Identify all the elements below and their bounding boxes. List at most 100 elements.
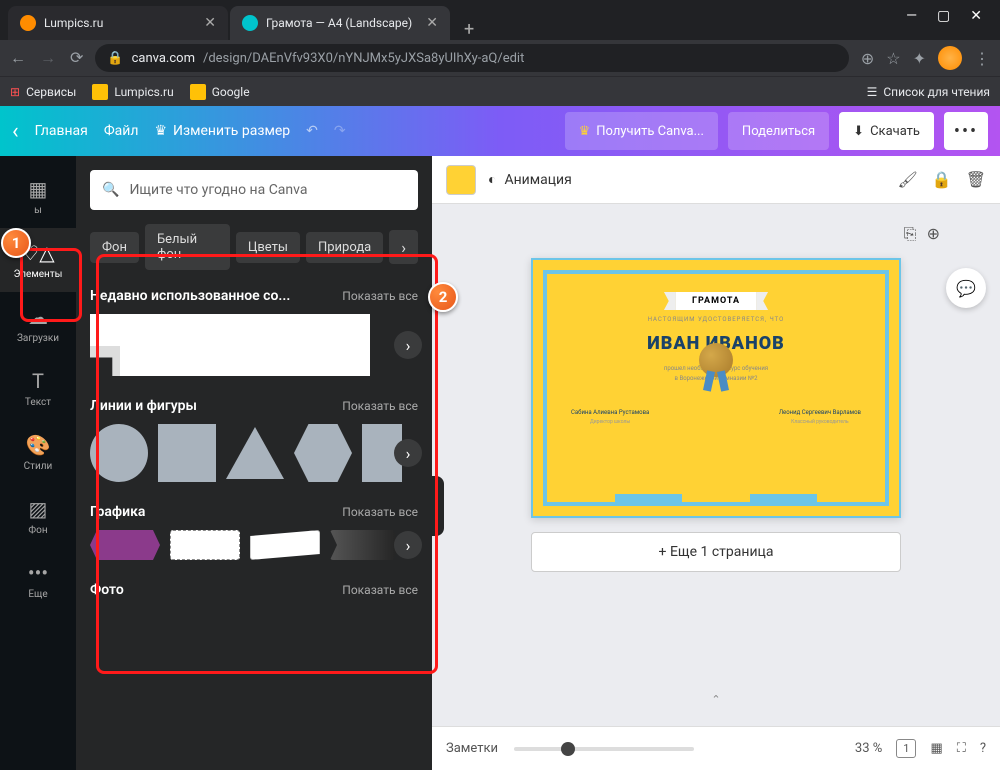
certificate-page[interactable]: ГРАМОТА НАСТОЯЩИМ УДОСТОВЕРЯЕТСЯ, ЧТО ИВ…: [531, 258, 901, 518]
star-icon[interactable]: ☆: [886, 49, 900, 68]
fullscreen-icon[interactable]: ⛶: [957, 741, 966, 756]
crown-icon: ♛: [154, 123, 167, 139]
bookmark-item[interactable]: Lumpics.ru: [92, 84, 173, 100]
show-all-link[interactable]: Показать все: [342, 399, 418, 413]
show-all-link[interactable]: Показать все: [342, 505, 418, 519]
download-button[interactable]: ⬇ Скачать: [839, 112, 934, 150]
scroll-right[interactable]: ›: [394, 331, 422, 359]
avatar[interactable]: [938, 46, 962, 70]
tab-close-icon[interactable]: ✕: [426, 15, 438, 31]
paint-roller-icon[interactable]: 🖌: [897, 170, 917, 189]
grid-view-icon[interactable]: ▦: [930, 741, 942, 756]
url-field[interactable]: 🔒 canva.com/design/DAEnVfv93X0/nYNJMx5yJ…: [95, 44, 848, 72]
maximize-icon[interactable]: ▢: [937, 8, 950, 24]
text-icon: T: [32, 369, 44, 393]
annotation-marker-1: 1: [1, 228, 31, 258]
folder-icon: [190, 84, 206, 100]
zoom-slider[interactable]: [514, 747, 694, 751]
more-button[interactable]: •••: [944, 112, 988, 150]
menu-icon[interactable]: ⋮: [974, 49, 990, 68]
resize-button[interactable]: ♛ Изменить размер: [154, 123, 290, 139]
download-icon: ⬇: [853, 124, 864, 139]
reading-list-button[interactable]: ☰ Список для чтения: [867, 85, 990, 99]
comment-button[interactable]: 💬: [946, 268, 986, 308]
add-page-button[interactable]: + Еще 1 страница: [531, 532, 901, 572]
templates-icon: ▦: [29, 177, 48, 201]
add-page-icon[interactable]: ⊕: [927, 224, 940, 244]
rail-background[interactable]: ▨ Фон: [0, 484, 76, 548]
chips-scroll-right[interactable]: ›: [389, 230, 418, 264]
new-tab-button[interactable]: +: [452, 19, 486, 40]
chip-row: Фон Белый фон Цветы Природа ›: [90, 224, 418, 270]
show-all-link[interactable]: Показать все: [342, 583, 418, 597]
sig-name: Сабина Алиевна Рустамова: [571, 409, 649, 416]
lock-icon[interactable]: 🔒: [932, 170, 952, 189]
expand-icon[interactable]: ⌃: [711, 693, 720, 706]
tab-strip: Lumpics.ru ✕ Грамота — A4 (Landscape) ✕ …: [0, 0, 1000, 40]
bookmarks-bar: ⊞ Сервисы Lumpics.ru Google ☰ Список для…: [0, 76, 1000, 106]
chip[interactable]: Цветы: [236, 232, 300, 263]
chip[interactable]: Природа: [306, 232, 383, 263]
element-triangle[interactable]: [226, 427, 284, 479]
redo-button[interactable]: ↷: [334, 123, 346, 139]
animation-button[interactable]: ◐ Анимация: [488, 171, 572, 188]
share-button[interactable]: Поделиться: [728, 112, 829, 150]
forward-icon[interactable]: →: [40, 48, 56, 68]
medal-icon: [699, 343, 733, 377]
element-square[interactable]: [158, 424, 216, 482]
tab-canva[interactable]: Грамота — A4 (Landscape) ✕: [230, 6, 450, 40]
scroll-right[interactable]: ›: [394, 439, 422, 467]
close-icon[interactable]: ✕: [970, 8, 982, 24]
element-hexagon[interactable]: [294, 424, 352, 482]
chip[interactable]: Фон: [90, 232, 139, 263]
duplicate-page-icon[interactable]: ⎘: [904, 224, 917, 244]
zoom-value[interactable]: 33 %: [855, 741, 882, 756]
extensions-icon[interactable]: ✦: [913, 49, 926, 68]
show-all-link[interactable]: Показать все: [342, 289, 418, 303]
crown-icon: ♛: [579, 124, 591, 139]
trash-icon[interactable]: 🗑: [966, 170, 986, 189]
search-input[interactable]: 🔍 Ищите что угодно на Canva: [90, 170, 418, 210]
hatch-icon: ▨: [29, 497, 48, 521]
rail-styles[interactable]: 🎨 Стили: [0, 420, 76, 484]
element-banner[interactable]: [330, 530, 400, 560]
gtranslate-icon[interactable]: ⊕: [861, 49, 874, 68]
page-indicator[interactable]: 1: [896, 739, 916, 758]
scroll-right[interactable]: ›: [394, 531, 422, 559]
element-circle[interactable]: [90, 424, 148, 482]
rail-text[interactable]: T Текст: [0, 356, 76, 420]
minimize-icon[interactable]: —: [906, 8, 917, 24]
canvas-scroll[interactable]: ⎘ ⊕ 💬 ГРАМОТА НАСТОЯЩИМ УДОСТОВЕРЯЕТСЯ, …: [432, 204, 1000, 726]
element-banner[interactable]: [170, 530, 240, 560]
help-icon[interactable]: ?: [980, 741, 986, 756]
chip[interactable]: Белый фон: [145, 224, 230, 270]
rail-templates[interactable]: ▦ ы: [0, 164, 76, 228]
element-banner[interactable]: [250, 530, 320, 560]
bookmark-item[interactable]: Google: [190, 84, 250, 100]
search-placeholder: Ищите что угодно на Canva: [129, 182, 307, 198]
reload-icon[interactable]: ⟳: [70, 48, 83, 68]
file-button[interactable]: Файл: [104, 123, 139, 139]
folder-icon: [92, 84, 108, 100]
section-recent-title: Недавно использованное со...: [90, 288, 290, 304]
tab-lumpics[interactable]: Lumpics.ru ✕: [8, 6, 228, 40]
color-swatch[interactable]: [446, 165, 476, 195]
get-pro-button[interactable]: ♛ Получить Canva...: [565, 112, 718, 150]
tab-close-icon[interactable]: ✕: [204, 15, 216, 31]
more-icon: •••: [28, 561, 48, 585]
undo-button[interactable]: ↶: [306, 123, 318, 139]
cert-header: ГРАМОТА: [676, 292, 756, 310]
rail-uploads[interactable]: ☁ Загрузки: [0, 292, 76, 356]
sig-role: Директор школы: [571, 419, 649, 425]
apps-button[interactable]: ⊞ Сервисы: [10, 85, 76, 99]
elements-panel: 🔍 Ищите что угодно на Canva Фон Белый фо…: [76, 156, 432, 770]
back-icon[interactable]: ←: [10, 48, 26, 68]
nav-icons: ← → ⟳: [10, 48, 83, 68]
back-button[interactable]: ‹: [12, 119, 19, 144]
notes-button[interactable]: Заметки: [446, 741, 498, 756]
element-banner[interactable]: [90, 530, 160, 560]
apps-icon: ⊞: [10, 85, 20, 99]
element-ribbon[interactable]: [90, 314, 370, 376]
rail-more[interactable]: ••• Еще: [0, 548, 76, 612]
home-button[interactable]: Главная: [35, 123, 88, 139]
